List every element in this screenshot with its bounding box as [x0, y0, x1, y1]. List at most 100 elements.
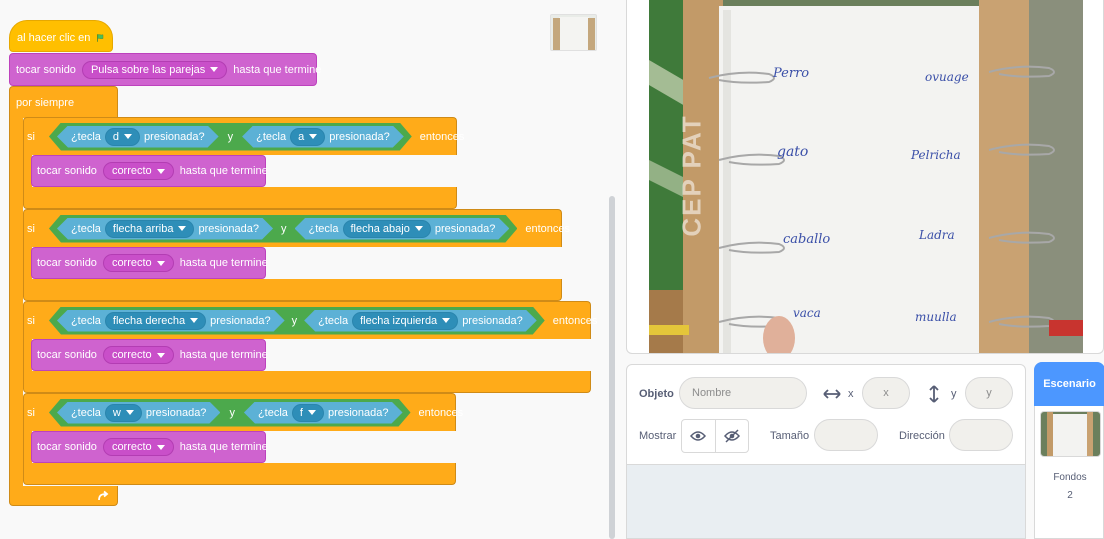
code-area-scrollbar[interactable] — [609, 196, 615, 539]
stage-selector[interactable]: Escenario Fondos 2 — [1034, 362, 1104, 539]
hat-label: al hacer clic en — [17, 32, 91, 44]
forever-arm — [9, 117, 23, 487]
and-label: y — [291, 314, 298, 327]
chevron-down-icon — [442, 318, 450, 323]
if-footer-1 — [23, 187, 457, 209]
until-done-label: hasta que termine — [179, 257, 268, 269]
when-flag-clicked-block[interactable]: al hacer clic en — [9, 20, 113, 52]
scratch-editor: al hacer clic en tocar sonido Pulsa sobr… — [0, 0, 1104, 539]
key-menu-value: f — [299, 406, 303, 419]
sound-menu-value: correcto — [111, 257, 152, 269]
sprite-name-input[interactable]: Nombre — [679, 377, 807, 409]
sound-menu[interactable]: correcto — [102, 162, 174, 180]
code-area[interactable]: al hacer clic en tocar sonido Pulsa sobr… — [0, 0, 617, 539]
forever-header: por siempre — [9, 86, 118, 118]
stage[interactable]: CEP PAT Perro gato caballo vaca ovuage P… — [626, 0, 1104, 354]
sound-menu[interactable]: correcto — [102, 346, 174, 364]
then-label: entonces — [525, 222, 571, 235]
play-sound-until-done-block[interactable]: tocar sonido correcto hasta que termine — [31, 339, 268, 371]
sprite-label: Objeto — [639, 388, 674, 400]
sound-menu[interactable]: Pulsa sobre las parejas — [81, 60, 228, 79]
key-menu-value: d — [112, 130, 120, 143]
key-menu[interactable]: flecha arriba — [105, 220, 195, 238]
and-operator[interactable]: ¿tecla w presionada? y ¿tecla f presiona… — [49, 399, 411, 427]
size-input[interactable] — [814, 419, 878, 451]
key-pressed-sensor[interactable]: ¿tecla a presionada? — [242, 126, 404, 148]
pressed-label: presionada? — [144, 130, 205, 143]
play-sound-label: tocar sonido — [37, 165, 97, 177]
key-menu[interactable]: a — [290, 128, 325, 146]
stage-backdrop-thumbnail[interactable] — [1040, 411, 1101, 457]
eye-slash-icon — [723, 429, 740, 443]
if-label: si — [27, 406, 35, 419]
key-menu-value: a — [298, 130, 305, 143]
pressed-label: presionada? — [210, 314, 271, 327]
word-left-3: caballo — [783, 232, 831, 247]
and-operator[interactable]: ¿tecla d presionada? y ¿tecla a presiona… — [49, 123, 412, 151]
key-pressed-sensor[interactable]: ¿tecla flecha abajo presionada? — [295, 218, 510, 240]
sound-menu-value: correcto — [111, 165, 152, 177]
pressed-label: presionada? — [145, 406, 207, 419]
chevron-down-icon — [309, 134, 317, 139]
y-input[interactable]: y — [965, 377, 1013, 409]
play-sound-until-done-block[interactable]: tocar sonido Pulsa sobre las parejas has… — [9, 53, 321, 86]
and-operator[interactable]: ¿tecla flecha derecha presionada? y ¿tec… — [49, 307, 545, 335]
pressed-label: presionada? — [434, 222, 496, 235]
key-menu[interactable]: d — [105, 128, 140, 146]
sprite-list[interactable] — [627, 465, 1025, 538]
sprite-info-panel: Objeto Nombre x x y y Mostrar Tamaño Dir… — [626, 364, 1026, 539]
sound-menu-value: Pulsa sobre las parejas — [90, 63, 206, 76]
key-label: ¿tecla — [318, 314, 349, 327]
key-menu[interactable]: flecha derecha — [105, 312, 206, 330]
key-pressed-sensor[interactable]: ¿tecla w presionada? — [57, 402, 220, 424]
chevron-down-icon — [178, 226, 186, 231]
and-label: y — [227, 130, 234, 143]
show-visible-button[interactable] — [682, 420, 716, 452]
direction-input[interactable] — [949, 419, 1013, 451]
backdrops-label: Fondos — [1053, 472, 1087, 483]
chevron-down-icon — [210, 67, 219, 72]
key-menu-value: flecha izquierda — [360, 314, 438, 327]
then-label: entonces — [419, 130, 465, 143]
pressed-label: presionada? — [198, 222, 260, 235]
x-label: x — [848, 388, 854, 400]
eye-icon — [690, 431, 707, 441]
if-label: si — [27, 222, 35, 235]
play-sound-label: tocar sonido — [37, 349, 97, 361]
size-label: Tamaño — [770, 430, 810, 442]
key-pressed-sensor[interactable]: ¿tecla flecha arriba presionada? — [57, 218, 273, 240]
vertical-arrows-icon — [929, 385, 939, 403]
stage-preview-thumbnail — [550, 14, 597, 51]
x-input[interactable]: x — [862, 377, 910, 409]
key-pressed-sensor[interactable]: ¿tecla flecha derecha presionada? — [57, 310, 285, 332]
then-label: entonces — [552, 314, 598, 327]
and-operator[interactable]: ¿tecla flecha arriba presionada? y ¿tecl… — [49, 215, 517, 243]
chevron-down-icon — [308, 410, 316, 415]
sound-menu[interactable]: correcto — [102, 438, 174, 456]
key-menu[interactable]: flecha izquierda — [352, 312, 458, 330]
play-sound-until-done-block[interactable]: tocar sonido correcto hasta que termine — [31, 155, 268, 187]
if-header-4: si ¿tecla w presionada? y ¿tecla f presi… — [23, 393, 463, 431]
word-right-3: Ladra — [919, 228, 955, 242]
chevron-down-icon — [156, 352, 165, 358]
play-sound-until-done-block[interactable]: tocar sonido correcto hasta que termine — [31, 247, 268, 279]
if-header-1: si ¿tecla d presionada? y ¿tecla a presi… — [23, 117, 464, 155]
key-menu[interactable]: flecha abajo — [343, 220, 431, 238]
key-pressed-sensor[interactable]: ¿tecla d presionada? — [57, 126, 219, 148]
sound-menu[interactable]: correcto — [102, 254, 174, 272]
key-menu[interactable]: w — [105, 404, 142, 422]
and-label: y — [229, 406, 235, 419]
key-pressed-sensor[interactable]: ¿tecla flecha izquierda presionada? — [304, 310, 537, 332]
key-menu[interactable]: f — [292, 404, 324, 422]
loop-arrow-icon — [98, 490, 109, 500]
key-label: ¿tecla — [70, 130, 101, 143]
stage-watermark: CEP PAT — [676, 114, 707, 237]
x-placeholder: x — [883, 387, 889, 399]
stage-title: Escenario — [1043, 378, 1096, 390]
show-hidden-button[interactable] — [716, 420, 749, 452]
chevron-down-icon — [126, 410, 134, 415]
key-pressed-sensor[interactable]: ¿tecla f presionada? — [244, 402, 403, 424]
show-label: Mostrar — [639, 430, 677, 442]
chevron-down-icon — [124, 134, 132, 139]
play-sound-until-done-block[interactable]: tocar sonido correcto hasta que termine — [31, 431, 268, 463]
